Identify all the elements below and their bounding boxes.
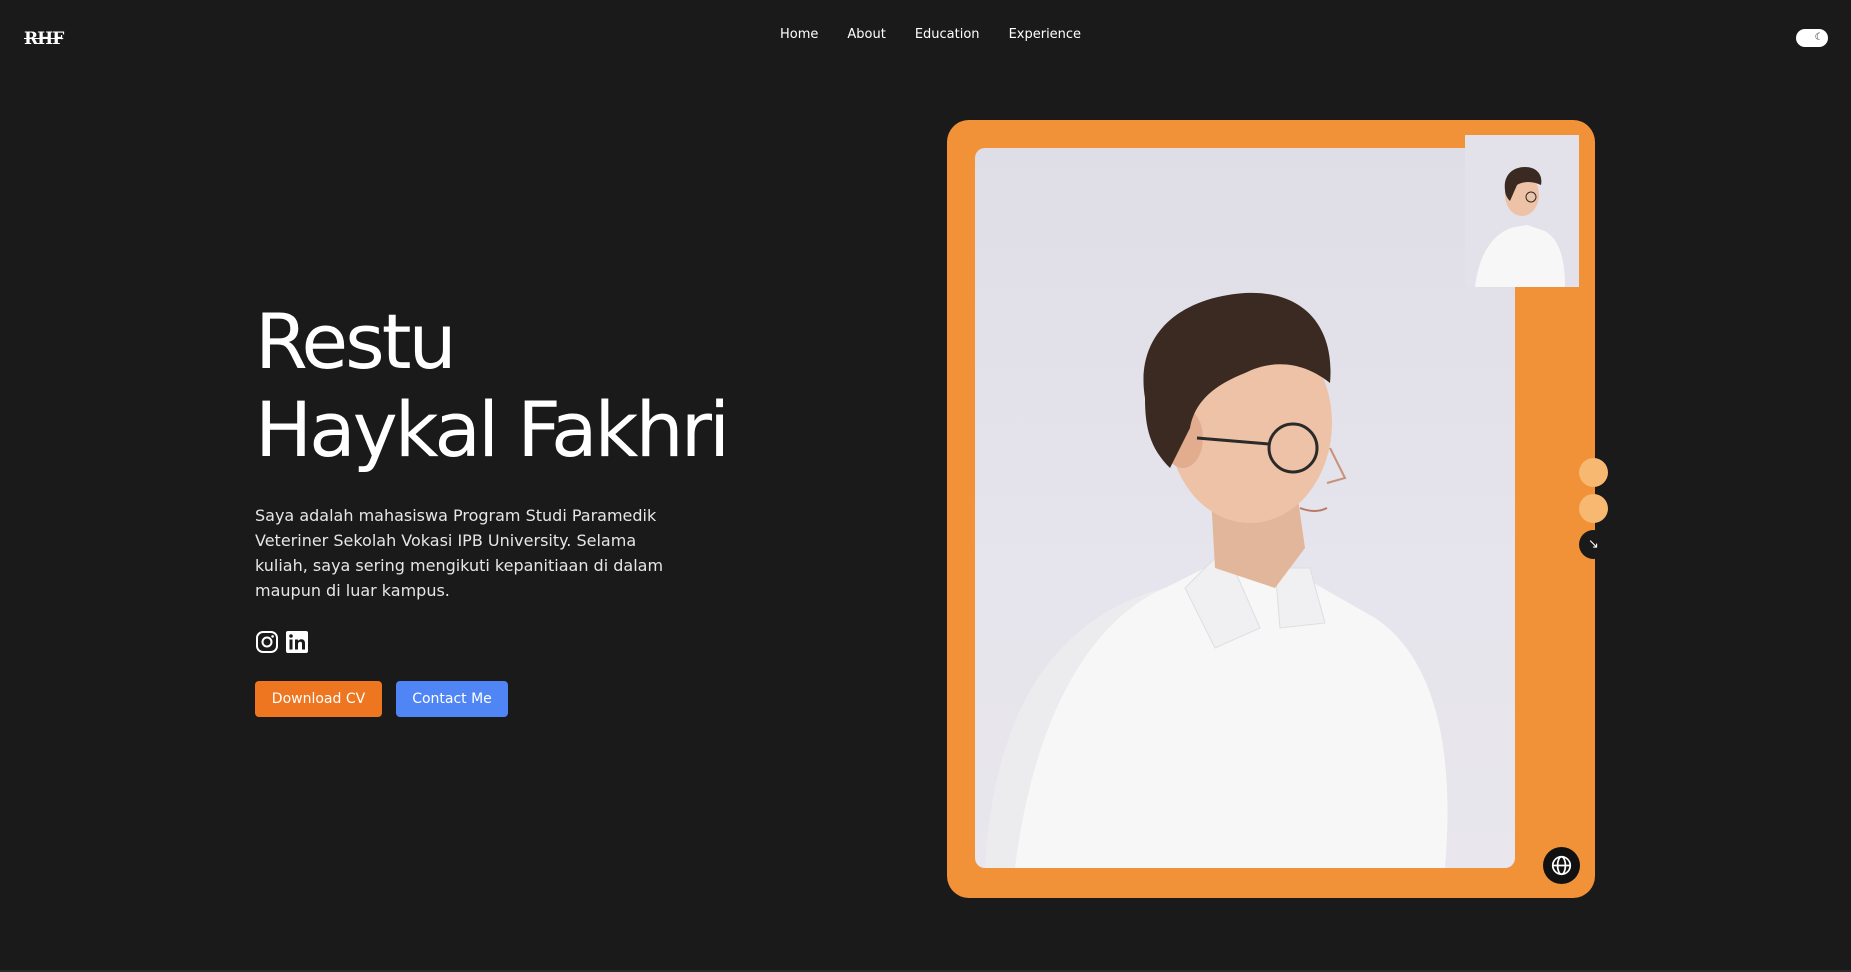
nav-about[interactable]: About: [847, 27, 885, 42]
linkedin-icon[interactable]: [285, 630, 309, 654]
thumbnail-portrait: [1475, 167, 1565, 287]
arrow-down-right-icon[interactable]: ↘: [1579, 530, 1608, 559]
thumbnail-photo[interactable]: [1465, 135, 1579, 287]
theme-toggle[interactable]: ☾: [1796, 29, 1828, 47]
nav-education[interactable]: Education: [915, 27, 980, 42]
nav-experience[interactable]: Experience: [1009, 27, 1082, 42]
download-cv-button[interactable]: Download CV: [255, 681, 382, 717]
slide-dot-2[interactable]: [1579, 494, 1608, 523]
hero-name-last: Haykal Fakhri: [255, 385, 730, 474]
hero-name: Restu Haykal Fakhri: [255, 297, 730, 474]
portrait-illustration: [985, 292, 1448, 868]
site-logo[interactable]: RHF: [24, 29, 64, 49]
photo-card: ↘: [947, 120, 1608, 898]
slide-dot-1[interactable]: [1579, 458, 1608, 487]
social-links: [255, 630, 309, 654]
profile-photo: [975, 148, 1515, 868]
hero-bio: Saya adalah mahasiswa Program Studi Para…: [255, 506, 664, 600]
globe-icon[interactable]: [1543, 847, 1580, 884]
moon-icon: ☾: [1814, 32, 1824, 43]
main-nav: Home About Education Experience: [780, 27, 1081, 42]
instagram-icon[interactable]: [255, 630, 279, 654]
contact-me-button[interactable]: Contact Me: [396, 681, 508, 717]
nav-home[interactable]: Home: [780, 27, 818, 42]
hero-name-first: Restu: [255, 297, 457, 386]
